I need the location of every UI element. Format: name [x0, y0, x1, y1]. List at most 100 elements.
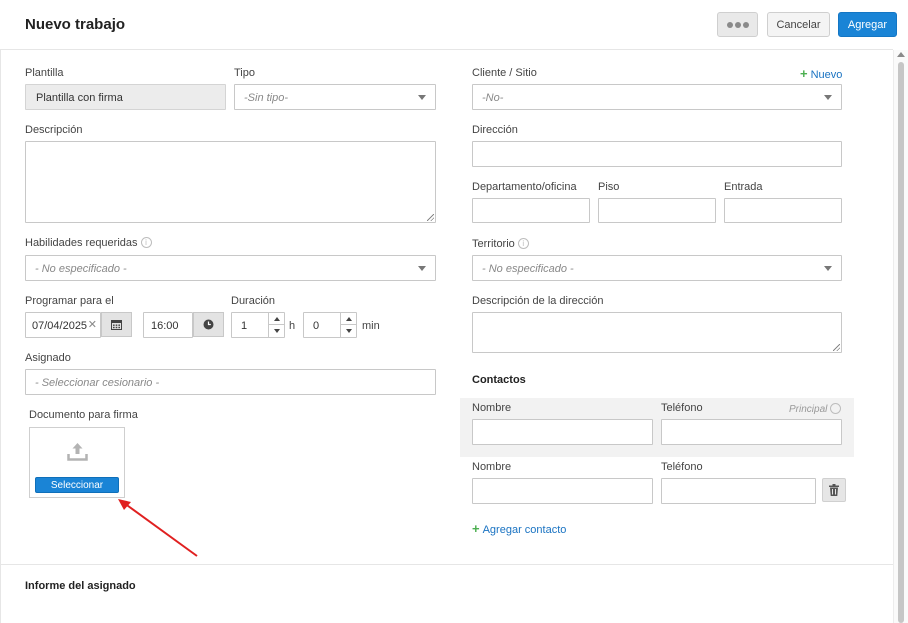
info-icon[interactable]: i [140, 237, 152, 248]
page-title: Nuevo trabajo [25, 16, 126, 33]
territory-select[interactable]: - No especificado - [472, 255, 842, 281]
type-value: -Sin tipo- [244, 92, 289, 104]
skills-label-text: Habilidades requeridas [25, 237, 138, 249]
add-button[interactable]: Agregar [838, 12, 897, 37]
template-label: Plantilla [25, 67, 64, 79]
apartment-label: Departamento/oficina [472, 181, 577, 193]
chevron-down-icon [418, 95, 426, 100]
minutes-stepper[interactable]: 0 [303, 312, 357, 338]
scroll-up-icon[interactable] [897, 52, 905, 57]
territory-value: - No especificado - [482, 263, 574, 275]
minutes-spinner[interactable] [340, 313, 356, 337]
principal-radio[interactable] [830, 403, 842, 414]
plus-icon: + [472, 521, 480, 536]
address-label: Dirección [472, 124, 518, 136]
resize-handle-icon[interactable] [833, 344, 840, 351]
clock-icon [203, 319, 214, 330]
more-dots-icon [726, 21, 749, 28]
cancel-button[interactable]: Cancelar [767, 12, 830, 37]
add-contact-text: Agregar contacto [482, 524, 567, 536]
schedule-label: Programar para el [25, 295, 114, 307]
assignee-report-title: Informe del asignado [25, 580, 136, 592]
clear-icon[interactable]: ✕ [88, 318, 97, 331]
principal-label: Principal [789, 403, 842, 415]
type-select[interactable]: -Sin tipo- [234, 84, 436, 110]
add-contact-link[interactable]: + Agregar contacto [472, 521, 566, 536]
increment-icon[interactable] [269, 313, 284, 325]
resize-handle-icon[interactable] [427, 214, 434, 221]
address-description-label: Descripción de la dirección [472, 295, 604, 307]
scroll-thumb[interactable] [898, 62, 904, 623]
time-value: 16:00 [151, 320, 179, 332]
annotation-arrow-icon [118, 499, 198, 557]
left-border [0, 50, 1, 623]
apartment-input[interactable] [472, 198, 590, 223]
contact-phone-input[interactable] [661, 419, 842, 445]
calendar-button[interactable] [101, 312, 132, 337]
select-file-button[interactable]: Seleccionar [35, 477, 119, 493]
territory-label-text: Territorio [472, 238, 515, 250]
chevron-down-icon [418, 266, 426, 271]
modal-header: Nuevo trabajo Cancelar Agregar [0, 0, 897, 50]
entrance-input[interactable] [724, 198, 842, 223]
new-client-link[interactable]: + Nuevo [800, 66, 842, 81]
minutes-unit: min [362, 320, 380, 332]
increment-icon[interactable] [341, 313, 356, 325]
contact-phone-label: Teléfono [661, 402, 703, 414]
skills-label: Habilidades requeridas i [25, 237, 152, 249]
contact-name-label: Nombre [472, 461, 512, 473]
address-input[interactable] [472, 141, 842, 167]
decrement-icon[interactable] [269, 325, 284, 337]
calendar-icon [111, 320, 122, 330]
duration-label: Duración [231, 295, 276, 307]
principal-text: Principal [789, 404, 828, 415]
territory-label: Territorio i [472, 238, 529, 250]
trash-icon [829, 484, 839, 496]
info-icon[interactable]: i [517, 238, 529, 249]
description-label: Descripción [25, 124, 83, 136]
more-options-button[interactable] [717, 12, 758, 37]
contact-name-input[interactable] [472, 419, 653, 445]
contact-name-label: Nombre [472, 402, 512, 414]
chevron-down-icon [824, 266, 832, 271]
template-field: Plantilla con firma [25, 84, 226, 110]
entrance-label: Entrada [724, 181, 763, 193]
hours-value: 1 [241, 320, 248, 332]
floor-label: Piso [598, 181, 620, 193]
skills-value: - No especificado - [35, 263, 127, 275]
clock-button[interactable] [193, 312, 224, 337]
floor-input[interactable] [598, 198, 716, 223]
upload-icon [67, 443, 88, 461]
document-label: Documento para firma [29, 409, 138, 421]
time-input[interactable]: 16:00 [143, 312, 193, 338]
contact-phone-input[interactable] [661, 478, 816, 504]
address-description-textarea[interactable] [472, 312, 842, 353]
contact-name-input[interactable] [472, 478, 653, 504]
chevron-down-icon [824, 95, 832, 100]
date-value: 07/04/2025 [32, 320, 88, 332]
hours-unit: h [289, 320, 296, 332]
assignee-placeholder: - Seleccionar cesionario - [35, 377, 160, 389]
document-upload-area[interactable]: Seleccionar [29, 427, 125, 498]
hours-stepper[interactable]: 1 [231, 312, 285, 338]
template-value: Plantilla con firma [36, 92, 123, 104]
type-label: Tipo [234, 67, 255, 79]
plus-icon: + [800, 66, 808, 81]
delete-contact-button[interactable] [822, 478, 846, 502]
assigned-label: Asignado [25, 352, 71, 364]
assignee-select[interactable]: - Seleccionar cesionario - [25, 369, 436, 395]
contacts-title: Contactos [472, 374, 526, 386]
client-value: -No- [482, 92, 504, 104]
section-divider [1, 564, 893, 565]
client-select[interactable]: -No- [472, 84, 842, 110]
minutes-value: 0 [313, 320, 320, 332]
skills-select[interactable]: - No especificado - [25, 255, 436, 281]
new-link-text: Nuevo [810, 69, 843, 81]
scrollbar[interactable] [893, 50, 908, 623]
description-textarea[interactable] [25, 141, 436, 223]
decrement-icon[interactable] [341, 325, 356, 337]
client-label: Cliente / Sitio [472, 67, 537, 79]
hours-spinner[interactable] [268, 313, 284, 337]
date-input[interactable]: 07/04/2025 ✕ [25, 312, 101, 338]
contact-phone-label: Teléfono [661, 461, 703, 473]
